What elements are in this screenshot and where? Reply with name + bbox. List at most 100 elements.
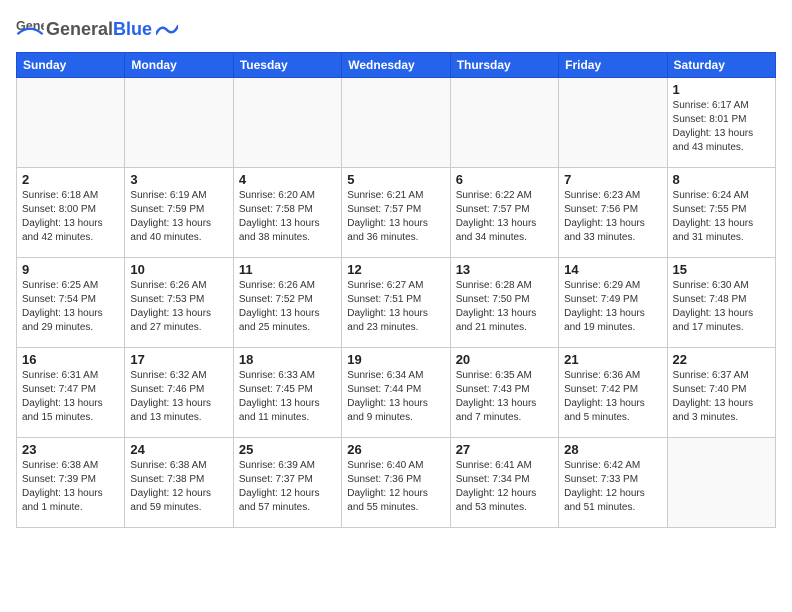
day-info: Sunrise: 6:42 AM Sunset: 7:33 PM Dayligh…: [564, 459, 661, 515]
calendar-cell: 13 Sunrise: 6:28 AM Sunset: 7:50 PM Dayli…: [450, 258, 558, 348]
calendar-cell: 17Sunrise: 6:32 AM Sunset: 7:46 PM Dayli…: [125, 348, 233, 438]
day-number: 26: [347, 442, 444, 457]
day-info: Sunrise: 6:38 AM Sunset: 7:38 PM Dayligh…: [130, 459, 227, 515]
weekday-header-thursday: Thursday: [450, 53, 558, 78]
calendar-week-row: 1 Sunrise: 6:17 AM Sunset: 8:01 PM Daylig…: [17, 78, 776, 168]
calendar-cell: 20 Sunrise: 6:35 AM Sunset: 7:43 PM Dayli…: [450, 348, 558, 438]
calendar-cell: 1 Sunrise: 6:17 AM Sunset: 8:01 PM Daylig…: [667, 78, 775, 168]
logo: General GeneralBlue: [16, 16, 178, 44]
day-info: Sunrise: 6:30 AM Sunset: 7:48 PM Dayligh…: [673, 279, 770, 335]
day-info: Sunrise: 6:23 AM Sunset: 7:56 PM Dayligh…: [564, 189, 661, 245]
day-info: Sunrise: 6:35 AM Sunset: 7:43 PM Dayligh…: [456, 369, 553, 425]
calendar-cell: 7Sunrise: 6:23 AM Sunset: 7:56 PM Daylig…: [559, 168, 667, 258]
calendar-cell: 9 Sunrise: 6:25 AM Sunset: 7:54 PM Daylig…: [17, 258, 125, 348]
blue-wave-icon: [156, 20, 178, 38]
calendar-cell: 8Sunrise: 6:24 AM Sunset: 7:55 PM Daylig…: [667, 168, 775, 258]
day-info: Sunrise: 6:25 AM Sunset: 7:54 PM Dayligh…: [22, 279, 119, 335]
day-info: Sunrise: 6:26 AM Sunset: 7:52 PM Dayligh…: [239, 279, 336, 335]
day-info: Sunrise: 6:39 AM Sunset: 7:37 PM Dayligh…: [239, 459, 336, 515]
calendar-cell: [233, 78, 341, 168]
day-number: 25: [239, 442, 336, 457]
logo-icon: General: [16, 16, 44, 44]
day-number: 4: [239, 172, 336, 187]
header-area: General GeneralBlue: [16, 16, 776, 44]
day-info: Sunrise: 6:34 AM Sunset: 7:44 PM Dayligh…: [347, 369, 444, 425]
weekday-header-tuesday: Tuesday: [233, 53, 341, 78]
day-number: 9: [22, 262, 119, 277]
day-number: 13: [456, 262, 553, 277]
calendar-week-row: 2 Sunrise: 6:18 AM Sunset: 8:00 PM Daylig…: [17, 168, 776, 258]
weekday-header-friday: Friday: [559, 53, 667, 78]
day-info: Sunrise: 6:20 AM Sunset: 7:58 PM Dayligh…: [239, 189, 336, 245]
day-info: Sunrise: 6:40 AM Sunset: 7:36 PM Dayligh…: [347, 459, 444, 515]
calendar-week-row: 16 Sunrise: 6:31 AM Sunset: 7:47 PM Dayli…: [17, 348, 776, 438]
calendar-cell: 5 Sunrise: 6:21 AM Sunset: 7:57 PM Daylig…: [342, 168, 450, 258]
calendar-cell: 18 Sunrise: 6:33 AM Sunset: 7:45 PM Dayli…: [233, 348, 341, 438]
day-number: 5: [347, 172, 444, 187]
day-number: 18: [239, 352, 336, 367]
calendar-cell: 10Sunrise: 6:26 AM Sunset: 7:53 PM Dayli…: [125, 258, 233, 348]
calendar-cell: 16 Sunrise: 6:31 AM Sunset: 7:47 PM Dayli…: [17, 348, 125, 438]
calendar-cell: 26 Sunrise: 6:40 AM Sunset: 7:36 PM Dayli…: [342, 438, 450, 528]
weekday-header-saturday: Saturday: [667, 53, 775, 78]
calendar-cell: [17, 78, 125, 168]
day-number: 27: [456, 442, 553, 457]
day-info: Sunrise: 6:18 AM Sunset: 8:00 PM Dayligh…: [22, 189, 119, 245]
calendar: SundayMondayTuesdayWednesdayThursdayFrid…: [16, 52, 776, 528]
calendar-cell: 6 Sunrise: 6:22 AM Sunset: 7:57 PM Daylig…: [450, 168, 558, 258]
day-info: Sunrise: 6:17 AM Sunset: 8:01 PM Dayligh…: [673, 99, 770, 155]
day-number: 6: [456, 172, 553, 187]
day-number: 17: [130, 352, 227, 367]
day-info: Sunrise: 6:36 AM Sunset: 7:42 PM Dayligh…: [564, 369, 661, 425]
calendar-header-row: SundayMondayTuesdayWednesdayThursdayFrid…: [17, 53, 776, 78]
calendar-cell: [667, 438, 775, 528]
day-number: 15: [673, 262, 770, 277]
day-number: 11: [239, 262, 336, 277]
day-number: 3: [130, 172, 227, 187]
day-number: 28: [564, 442, 661, 457]
day-number: 23: [22, 442, 119, 457]
day-info: Sunrise: 6:19 AM Sunset: 7:59 PM Dayligh…: [130, 189, 227, 245]
day-info: Sunrise: 6:22 AM Sunset: 7:57 PM Dayligh…: [456, 189, 553, 245]
day-number: 8: [673, 172, 770, 187]
calendar-week-row: 9 Sunrise: 6:25 AM Sunset: 7:54 PM Daylig…: [17, 258, 776, 348]
day-info: Sunrise: 6:27 AM Sunset: 7:51 PM Dayligh…: [347, 279, 444, 335]
day-number: 1: [673, 82, 770, 97]
day-number: 20: [456, 352, 553, 367]
day-info: Sunrise: 6:31 AM Sunset: 7:47 PM Dayligh…: [22, 369, 119, 425]
calendar-cell: 28 Sunrise: 6:42 AM Sunset: 7:33 PM Dayli…: [559, 438, 667, 528]
day-info: Sunrise: 6:21 AM Sunset: 7:57 PM Dayligh…: [347, 189, 444, 245]
weekday-header-monday: Monday: [125, 53, 233, 78]
day-number: 22: [673, 352, 770, 367]
calendar-cell: 4 Sunrise: 6:20 AM Sunset: 7:58 PM Daylig…: [233, 168, 341, 258]
day-number: 14: [564, 262, 661, 277]
calendar-cell: [559, 78, 667, 168]
calendar-cell: 3 Sunrise: 6:19 AM Sunset: 7:59 PM Daylig…: [125, 168, 233, 258]
day-number: 16: [22, 352, 119, 367]
calendar-week-row: 23 Sunrise: 6:38 AM Sunset: 7:39 PM Dayli…: [17, 438, 776, 528]
calendar-cell: 14Sunrise: 6:29 AM Sunset: 7:49 PM Dayli…: [559, 258, 667, 348]
day-info: Sunrise: 6:38 AM Sunset: 7:39 PM Dayligh…: [22, 459, 119, 515]
day-number: 19: [347, 352, 444, 367]
calendar-cell: 21 Sunrise: 6:36 AM Sunset: 7:42 PM Dayli…: [559, 348, 667, 438]
day-info: Sunrise: 6:26 AM Sunset: 7:53 PM Dayligh…: [130, 279, 227, 335]
calendar-cell: 24 Sunrise: 6:38 AM Sunset: 7:38 PM Dayli…: [125, 438, 233, 528]
calendar-cell: 12 Sunrise: 6:27 AM Sunset: 7:51 PM Dayli…: [342, 258, 450, 348]
day-info: Sunrise: 6:33 AM Sunset: 7:45 PM Dayligh…: [239, 369, 336, 425]
day-number: 2: [22, 172, 119, 187]
calendar-cell: [450, 78, 558, 168]
calendar-cell: [125, 78, 233, 168]
weekday-header-wednesday: Wednesday: [342, 53, 450, 78]
calendar-cell: 23 Sunrise: 6:38 AM Sunset: 7:39 PM Dayli…: [17, 438, 125, 528]
day-number: 21: [564, 352, 661, 367]
calendar-cell: 15 Sunrise: 6:30 AM Sunset: 7:48 PM Dayli…: [667, 258, 775, 348]
weekday-header-sunday: Sunday: [17, 53, 125, 78]
calendar-cell: [342, 78, 450, 168]
calendar-cell: 2 Sunrise: 6:18 AM Sunset: 8:00 PM Daylig…: [17, 168, 125, 258]
calendar-cell: 19 Sunrise: 6:34 AM Sunset: 7:44 PM Dayli…: [342, 348, 450, 438]
calendar-cell: 11 Sunrise: 6:26 AM Sunset: 7:52 PM Dayli…: [233, 258, 341, 348]
day-info: Sunrise: 6:28 AM Sunset: 7:50 PM Dayligh…: [456, 279, 553, 335]
calendar-cell: 27Sunrise: 6:41 AM Sunset: 7:34 PM Dayli…: [450, 438, 558, 528]
day-number: 12: [347, 262, 444, 277]
day-number: 24: [130, 442, 227, 457]
